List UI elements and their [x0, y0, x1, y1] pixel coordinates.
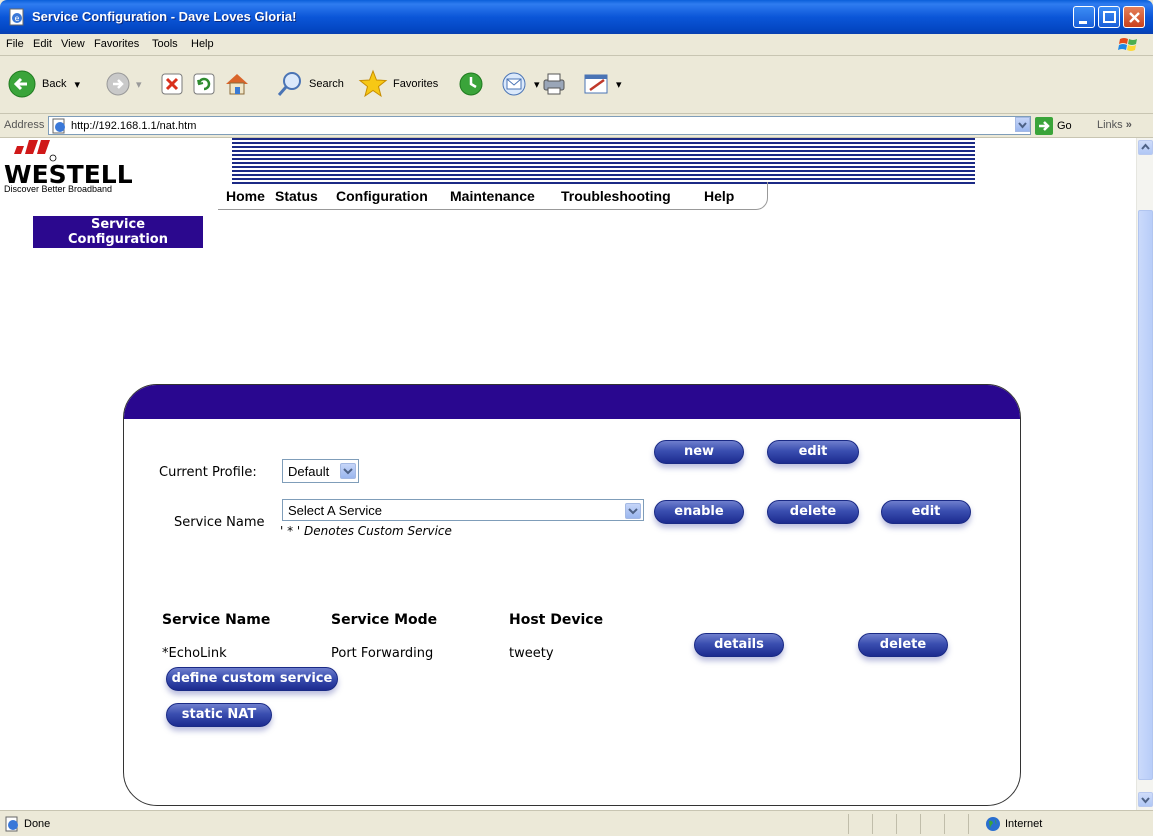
menu-help[interactable]: Help — [191, 38, 214, 50]
address-dropdown-button[interactable] — [1015, 117, 1030, 132]
back-arrow-icon — [8, 70, 36, 98]
service-name-label: Service Name — [174, 515, 265, 530]
mail-button[interactable]: ▾ — [500, 66, 540, 102]
scroll-thumb[interactable] — [1138, 210, 1153, 780]
window-titlebar: e Service Configuration - Dave Loves Glo… — [0, 0, 1153, 34]
current-profile-label: Current Profile: — [159, 465, 257, 480]
chevron-right-icon: » — [1125, 119, 1132, 131]
panel-header — [124, 385, 1020, 419]
column-header-host-device: Host Device — [509, 612, 604, 628]
forward-button[interactable]: ▾ — [104, 66, 142, 102]
column-header-service-mode: Service Mode — [331, 612, 438, 628]
row-host-device: tweety — [509, 646, 554, 661]
static-nat-button[interactable]: static NAT — [166, 703, 272, 727]
globe-icon — [986, 817, 1000, 831]
back-button[interactable]: Back ▾ — [6, 66, 80, 102]
delete-service-button[interactable]: delete — [767, 500, 859, 524]
define-custom-service-button[interactable]: define custom service — [166, 667, 338, 691]
window-title: Service Configuration - Dave Loves Glori… — [32, 9, 297, 24]
ie-page-icon — [5, 816, 18, 832]
service-name-select[interactable]: Select A Service — [282, 499, 644, 521]
windows-logo-icon — [1118, 38, 1137, 51]
history-icon — [459, 72, 483, 96]
status-text: Done — [24, 818, 51, 830]
close-button[interactable] — [1123, 6, 1145, 28]
mail-icon — [502, 72, 526, 96]
nav-configuration[interactable]: Configuration — [336, 188, 428, 204]
menu-favorites[interactable]: Favorites — [94, 38, 139, 50]
star-icon — [358, 69, 388, 98]
search-icon — [277, 72, 301, 96]
page-title: Service Configuration — [33, 216, 203, 248]
home-icon — [226, 74, 248, 95]
search-button[interactable]: Search — [275, 66, 344, 102]
chevron-down-icon — [340, 463, 356, 479]
menu-view[interactable]: View — [61, 38, 85, 50]
refresh-icon — [193, 73, 215, 95]
stop-button[interactable] — [160, 66, 184, 102]
edit-service-button[interactable]: edit — [881, 500, 971, 524]
printer-icon — [543, 73, 565, 95]
service-panel: Current Profile: Default new edit Servic… — [123, 384, 1021, 806]
westell-logo-icon — [14, 140, 57, 162]
refresh-button[interactable] — [192, 66, 216, 102]
go-arrow-icon — [1035, 117, 1053, 135]
delete-row-button[interactable]: delete — [858, 633, 948, 657]
nav-help[interactable]: Help — [704, 188, 734, 204]
address-bar: Address http://192.168.1.1/nat.htm Go Li… — [0, 114, 1153, 138]
main-nav: Home Status Configuration Maintenance Tr… — [218, 182, 768, 210]
menu-edit[interactable]: Edit — [33, 38, 52, 50]
menu-bar: File Edit View Favorites Tools Help — [0, 34, 1153, 56]
print-button[interactable] — [540, 66, 568, 102]
links-button[interactable]: Links » — [1097, 119, 1132, 131]
favorites-button[interactable]: Favorites — [357, 66, 438, 102]
chevron-down-icon: ▾ — [616, 78, 622, 91]
brand-tagline: Discover Better Broadband — [4, 184, 113, 194]
ie-page-icon: e — [9, 8, 24, 26]
edit-page-button[interactable]: ▾ — [582, 66, 622, 102]
address-label: Address — [4, 119, 45, 131]
nav-maintenance[interactable]: Maintenance — [450, 188, 535, 204]
nav-home[interactable]: Home — [226, 188, 265, 204]
stop-icon — [161, 73, 183, 95]
maximize-button[interactable] — [1098, 6, 1120, 28]
svg-text:e: e — [15, 14, 20, 23]
custom-service-note: ' * ' Denotes Custom Service — [280, 524, 452, 538]
column-header-service-name: Service Name — [162, 612, 271, 628]
chevron-down-icon — [625, 503, 641, 519]
scroll-down-button[interactable] — [1138, 792, 1153, 807]
row-service-mode: Port Forwarding — [331, 646, 434, 661]
enable-service-button[interactable]: enable — [654, 500, 744, 524]
page-content: WESTELL Discover Better Broadband Home S… — [0, 138, 1136, 810]
security-zone: Internet — [1005, 818, 1043, 830]
chevron-down-icon: ▾ — [534, 78, 540, 91]
browser-toolbar: Back ▾ ▾ Search Favorites ▾ ▾ — [0, 56, 1153, 114]
edit-page-icon — [584, 74, 608, 94]
scroll-up-button[interactable] — [1138, 140, 1153, 155]
menu-tools[interactable]: Tools — [152, 38, 178, 50]
edit-profile-button[interactable]: edit — [767, 440, 859, 464]
status-bar: Done Internet — [0, 810, 1153, 836]
address-url: http://192.168.1.1/nat.htm — [71, 120, 197, 132]
chevron-down-icon: ▾ — [74, 78, 80, 91]
header-stripes — [232, 138, 975, 186]
home-button[interactable] — [222, 66, 252, 102]
chevron-down-icon: ▾ — [136, 78, 142, 91]
row-service-name: *EchoLink — [162, 646, 227, 661]
details-button[interactable]: details — [694, 633, 784, 657]
new-profile-button[interactable]: new — [654, 440, 744, 464]
menu-file[interactable]: File — [6, 38, 24, 50]
address-input[interactable]: http://192.168.1.1/nat.htm — [48, 116, 1031, 135]
minimize-button[interactable] — [1073, 6, 1095, 28]
current-profile-select[interactable]: Default — [282, 459, 359, 483]
history-button[interactable] — [456, 66, 486, 102]
nav-troubleshooting[interactable]: Troubleshooting — [561, 188, 671, 204]
nav-status[interactable]: Status — [275, 188, 318, 204]
forward-arrow-icon — [106, 72, 130, 96]
ie-page-icon — [52, 118, 65, 134]
vertical-scrollbar[interactable] — [1136, 138, 1153, 810]
go-button[interactable]: Go — [1035, 117, 1072, 135]
